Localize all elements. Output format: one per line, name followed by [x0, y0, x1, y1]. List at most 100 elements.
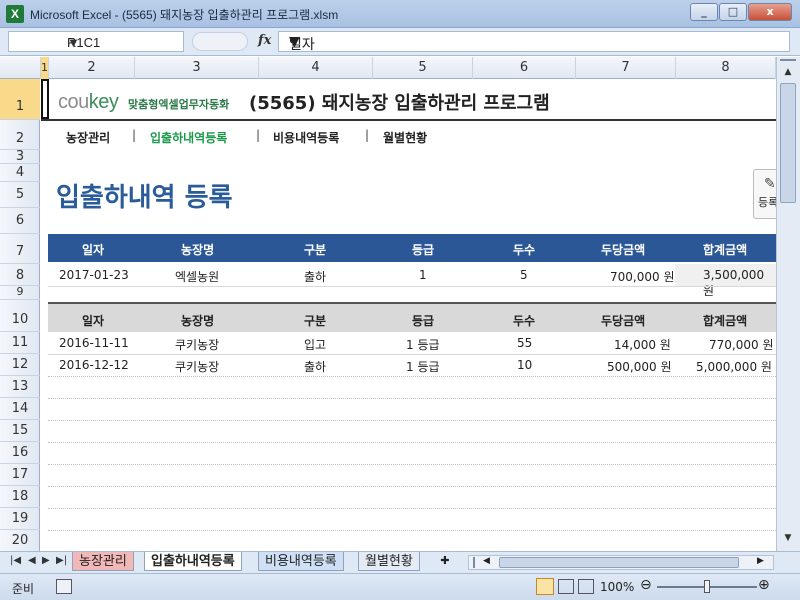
row-headers: 1 2 3 4 5 6 7 8 9 10 11 12 13 14 15 16 1…	[0, 79, 40, 551]
record-total[interactable]: 770,000 원	[709, 336, 773, 353]
insert-sheet-icon[interactable]: ✚	[436, 554, 454, 570]
worksheet[interactable]: coukey 맞춤형엑셀업무자동화 (5565) 돼지농장 입출하관리 프로그램…	[41, 79, 776, 551]
record-type[interactable]: 입고	[304, 336, 326, 353]
column-header[interactable]: 6	[473, 57, 576, 79]
row-header[interactable]: 12	[0, 354, 40, 376]
input-type[interactable]: 출하	[304, 268, 326, 285]
column-header[interactable]: 5	[373, 57, 473, 79]
input-date[interactable]: 2017-01-23	[59, 268, 129, 282]
split-handle[interactable]	[780, 59, 796, 65]
row-header[interactable]: 17	[0, 464, 40, 486]
pencil-icon: ✎	[764, 176, 776, 192]
nav-inout-register[interactable]: 입출하내역등록	[150, 129, 227, 146]
column-header[interactable]: 1	[41, 57, 49, 79]
row-header[interactable]: 5	[0, 182, 40, 208]
row-header[interactable]: 10	[0, 300, 40, 332]
record-farm[interactable]: 쿠키농장	[175, 336, 219, 353]
active-cell[interactable]	[41, 79, 49, 119]
row-header[interactable]: 19	[0, 508, 40, 530]
formula-input[interactable]: 일자 ▼	[278, 31, 790, 53]
col-unit-price: 두당금액	[601, 243, 646, 257]
formula-cancel-enter[interactable]	[192, 32, 248, 51]
row-header[interactable]: 20	[0, 530, 40, 551]
column-headers: 1 2 3 4 5 6 7 8	[0, 57, 800, 79]
scroll-up-icon[interactable]: ▲	[780, 67, 796, 81]
record-heads[interactable]: 10	[517, 358, 532, 372]
row-header[interactable]: 18	[0, 486, 40, 508]
minimize-button[interactable]: _	[690, 3, 718, 21]
next-sheet-icon[interactable]: ▶	[42, 555, 50, 566]
macro-record-icon[interactable]	[56, 579, 72, 594]
row-header[interactable]: 8	[0, 264, 40, 286]
column-header[interactable]: 2	[49, 57, 135, 79]
normal-view-icon[interactable]	[536, 578, 554, 595]
record-date[interactable]: 2016-11-11	[59, 336, 129, 350]
chevron-down-icon[interactable]: ▼	[67, 35, 179, 50]
row-divider	[48, 530, 776, 531]
row-divider	[48, 442, 776, 443]
column-header[interactable]: 3	[135, 57, 259, 79]
record-date[interactable]: 2016-12-12	[59, 358, 129, 372]
scroll-down-icon[interactable]: ▼	[780, 533, 796, 547]
first-sheet-icon[interactable]: |◀	[10, 555, 21, 566]
zoom-slider[interactable]	[657, 580, 757, 593]
column-header[interactable]: 7	[576, 57, 676, 79]
name-box[interactable]: R1C1 ▼	[8, 31, 184, 52]
input-unit-price[interactable]: 700,000 원	[610, 268, 674, 285]
select-all-corner[interactable]	[0, 57, 41, 79]
input-grade[interactable]: 1	[419, 268, 427, 282]
page-layout-icon[interactable]	[558, 579, 574, 594]
record-heads[interactable]: 55	[517, 336, 532, 350]
record-grade[interactable]: 1 등급	[406, 336, 440, 353]
zoom-out-icon[interactable]: ⊖	[640, 577, 652, 593]
close-button[interactable]: x	[748, 3, 792, 21]
expand-formula-icon[interactable]: ▼	[289, 34, 787, 50]
input-farm[interactable]: 엑셀농원	[175, 268, 219, 285]
excel-icon[interactable]: X	[6, 5, 24, 23]
section-title: 입출하내역 등록	[56, 183, 233, 213]
column-header[interactable]: 8	[676, 57, 776, 79]
scroll-thumb[interactable]	[780, 83, 796, 203]
scroll-right-icon[interactable]: ▶	[757, 556, 764, 566]
tab-farm-management[interactable]: 농장관리	[72, 552, 134, 571]
row-header[interactable]: 3	[0, 150, 40, 164]
row-header[interactable]: 16	[0, 442, 40, 464]
row-header[interactable]: 7	[0, 234, 40, 264]
zoom-level[interactable]: 100%	[600, 580, 634, 594]
row-header[interactable]: 11	[0, 332, 40, 354]
record-farm[interactable]: 쿠키농장	[175, 358, 219, 375]
row-header[interactable]: 14	[0, 398, 40, 420]
row-header[interactable]: 13	[0, 376, 40, 398]
scroll-left-icon[interactable]: ◀	[483, 556, 490, 566]
hscroll-thumb[interactable]	[499, 557, 739, 568]
record-type[interactable]: 출하	[304, 358, 326, 375]
record-total[interactable]: 5,000,000 원	[696, 358, 772, 375]
nav-monthly-status[interactable]: 월별현황	[383, 129, 427, 146]
row-header[interactable]: 6	[0, 208, 40, 234]
input-heads[interactable]: 5	[520, 268, 528, 282]
zoom-in-icon[interactable]: ⊕	[758, 577, 770, 593]
row-header[interactable]: 1	[0, 79, 40, 120]
row-header[interactable]: 4	[0, 164, 40, 182]
nav-cost-register[interactable]: 비용내역등록	[273, 129, 339, 146]
register-button[interactable]: ✎ 등록	[753, 169, 776, 219]
record-unit-price[interactable]: 14,000 원	[614, 336, 671, 353]
vertical-scrollbar[interactable]: ▲ ▼	[776, 57, 800, 551]
horizontal-scrollbar[interactable]: ◀ ▶	[468, 555, 774, 570]
tab-cost-register[interactable]: 비용내역등록	[258, 552, 344, 571]
record-unit-price[interactable]: 500,000 원	[607, 358, 671, 375]
nav-farm-management[interactable]: 농장관리	[66, 129, 110, 146]
row-header[interactable]: 9	[0, 286, 40, 300]
column-header[interactable]: 4	[259, 57, 373, 79]
zoom-thumb[interactable]	[704, 580, 710, 593]
record-grade[interactable]: 1 등급	[406, 358, 440, 375]
restore-button[interactable]: □	[719, 3, 747, 21]
tab-inout-register[interactable]: 입출하내역등록	[144, 552, 242, 571]
row-header[interactable]: 2	[0, 120, 40, 150]
row-header[interactable]: 15	[0, 420, 40, 442]
prev-sheet-icon[interactable]: ◀	[28, 555, 36, 566]
page-break-icon[interactable]	[578, 579, 594, 594]
last-sheet-icon[interactable]: ▶|	[56, 555, 67, 566]
insert-function-icon[interactable]: fx	[258, 33, 271, 48]
tab-monthly-status[interactable]: 월별현황	[358, 552, 420, 571]
